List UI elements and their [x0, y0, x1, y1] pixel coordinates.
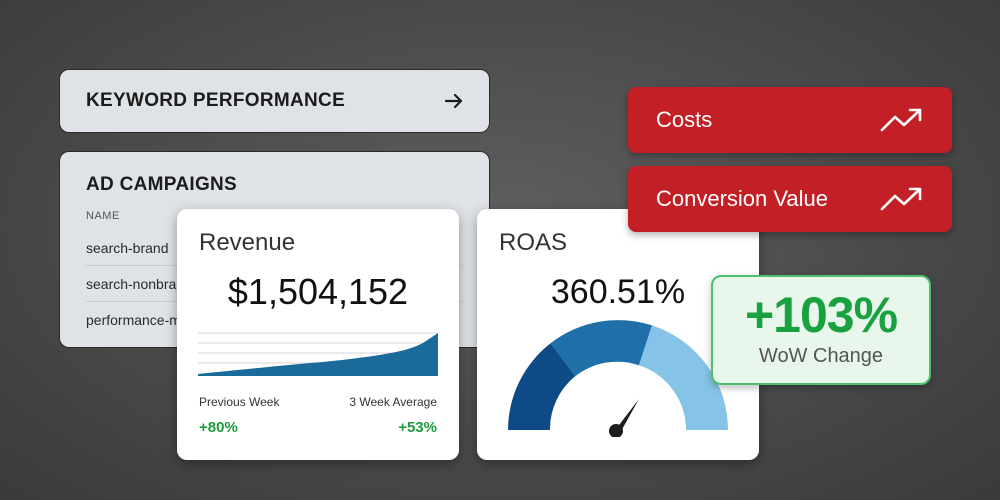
trend-up-icon	[880, 187, 922, 211]
revenue-value: $1,504,152	[227, 271, 409, 312]
keyword-performance-title: KEYWORD PERFORMANCE	[86, 90, 346, 111]
costs-pill[interactable]: Costs	[628, 87, 952, 153]
revenue-trend-chart	[198, 332, 438, 376]
conversion-value-pill[interactable]: Conversion Value	[628, 166, 952, 232]
costs-label: Costs	[656, 107, 713, 132]
previous-week-col: Previous Week +80%	[199, 395, 279, 436]
conversion-value-label: Conversion Value	[656, 186, 829, 211]
revenue-footer: Previous Week +80% 3 Week Average +53%	[199, 395, 437, 436]
revenue-title: Revenue	[199, 229, 296, 256]
trend-up-icon	[880, 108, 922, 132]
roas-value: 360.51%	[550, 273, 686, 311]
revenue-card: Revenue $1,504,152 Previous Week +80% 3 …	[177, 209, 459, 460]
previous-week-value: +80%	[199, 419, 238, 436]
gauge-needle-icon	[609, 399, 639, 437]
wow-change-value: +103%	[744, 287, 898, 343]
arrow-right-icon[interactable]	[443, 90, 465, 112]
wow-change-card: +103% WoW Change	[711, 275, 931, 385]
three-week-avg-value: +53%	[398, 419, 437, 436]
three-week-avg-col: 3 Week Average +53%	[349, 395, 437, 436]
previous-week-label: Previous Week	[199, 395, 280, 409]
ad-campaigns-title: AD CAMPAIGNS	[86, 174, 238, 195]
three-week-avg-label: 3 Week Average	[349, 395, 437, 409]
keyword-performance-card[interactable]: KEYWORD PERFORMANCE	[59, 69, 490, 133]
roas-title: ROAS	[499, 229, 568, 256]
roas-gauge	[508, 320, 728, 437]
wow-change-label: WoW Change	[758, 345, 884, 367]
